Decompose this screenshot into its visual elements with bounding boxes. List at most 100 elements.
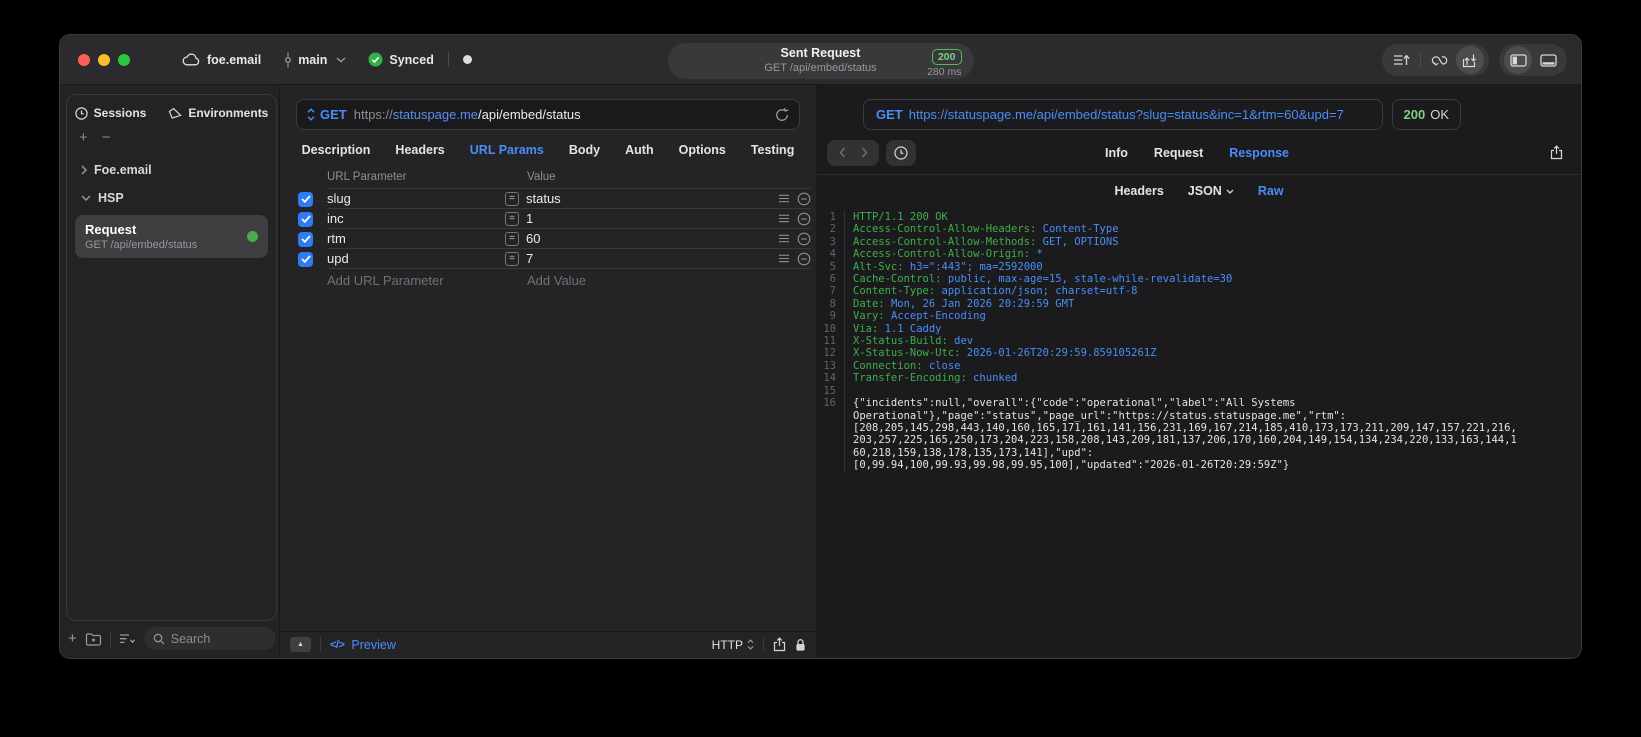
preview-button[interactable]: </> Preview — [330, 638, 396, 652]
param-name-cell[interactable]: rtm — [327, 229, 505, 249]
project-menu[interactable]: foe.email — [182, 53, 261, 67]
search-input[interactable] — [170, 631, 267, 646]
tab-label: Body — [568, 143, 601, 157]
sync-loop-button[interactable] — [1426, 46, 1454, 74]
method-selector-icon[interactable] — [307, 108, 315, 121]
response-code[interactable]: 1 HTTP/1.1 200 OK 2 Access-Control-Allow-He… — [817, 206, 1581, 657]
remove-param-icon[interactable] — [797, 212, 811, 226]
tab-auth[interactable]: Auth — [625, 143, 653, 157]
request-url-bar[interactable]: GET https://statuspage.me/api/embed/stat… — [296, 99, 800, 130]
code-segment: 1.1 Caddy — [884, 322, 942, 335]
param-checkbox[interactable] — [298, 231, 313, 247]
drag-handle-icon[interactable] — [778, 194, 790, 203]
param-checkbox-cell — [298, 209, 327, 229]
layout-left-panel-icon — [1509, 53, 1527, 67]
remove-param-icon[interactable] — [797, 252, 811, 266]
layout-toggle-group — [1499, 44, 1567, 76]
code-line: 5 Alt-Svc: h3=":443"; ma=2592000 — [817, 260, 1581, 274]
param-value: 7 — [526, 251, 534, 266]
param-checkbox-cell — [298, 249, 327, 269]
toggle-bottom-panel-button[interactable] — [1534, 46, 1562, 74]
minimize-window-button[interactable] — [98, 53, 110, 66]
add-param-value-placeholder[interactable]: Add Value — [505, 273, 586, 288]
tab-response[interactable]: Response — [1229, 146, 1289, 160]
code-segment: Via: — [853, 322, 885, 335]
toolbar-divider — [1420, 52, 1421, 68]
tab-headers[interactable]: Headers — [395, 143, 444, 157]
line-text — [845, 385, 1581, 397]
remove-param-icon[interactable] — [797, 232, 811, 246]
param-value-cell[interactable]: = 1 — [505, 209, 811, 229]
url-path: /api/embed/status — [478, 107, 581, 122]
forward-button[interactable] — [853, 142, 875, 164]
drag-handle-icon[interactable] — [778, 234, 790, 243]
branch-selector[interactable]: main — [283, 52, 346, 68]
code-segment: application/json; charset=utf-8 — [941, 285, 1138, 298]
param-name-cell[interactable]: inc — [327, 209, 505, 229]
add-param-row[interactable]: Add URL Parameter Add Value — [298, 269, 816, 291]
tab-environments[interactable]: Environments — [168, 106, 268, 120]
view-tab-json[interactable]: JSON — [1188, 184, 1234, 198]
tab-body[interactable]: Body — [569, 143, 600, 157]
request-url[interactable]: https://statuspage.me/api/embed/status — [354, 107, 581, 122]
add-param-name-placeholder[interactable]: Add URL Parameter — [327, 273, 505, 288]
toggle-sidebar-button[interactable] — [1504, 46, 1532, 74]
tab-label: Options — [678, 143, 726, 157]
param-checkbox[interactable] — [298, 191, 313, 207]
view-tab-label: JSON — [1187, 184, 1222, 198]
sort-options-button[interactable] — [119, 633, 136, 645]
lock-icon[interactable] — [795, 638, 806, 652]
history-button[interactable] — [890, 142, 912, 164]
param-row: slug = status — [298, 189, 816, 209]
resend-request-button[interactable] — [775, 107, 789, 122]
remove-param-icon[interactable] — [797, 192, 811, 206]
param-value-cell[interactable]: = 7 — [505, 249, 811, 269]
sync-status[interactable]: Synced — [368, 52, 434, 67]
remove-session-button[interactable]: − — [102, 129, 111, 146]
request-summary-capsule[interactable]: Sent Request GET /api/embed/status 200 2… — [667, 43, 974, 79]
sent-request-url[interactable]: GET https://statuspage.me/api/embed/stat… — [863, 99, 1383, 130]
back-button[interactable] — [831, 142, 853, 164]
tab-sessions[interactable]: Sessions — [74, 106, 146, 120]
share-button[interactable] — [773, 637, 786, 652]
code-segment: Access-Control-Allow-Methods: — [853, 235, 1043, 248]
request-order-button[interactable] — [1387, 46, 1415, 74]
new-folder-button[interactable] — [85, 632, 102, 646]
tree-group-foe-email[interactable]: Foe.email — [73, 156, 270, 184]
param-checkbox[interactable] — [298, 211, 313, 227]
param-name: upd — [327, 251, 349, 266]
sidebar-search[interactable] — [143, 627, 276, 650]
request-list-item-selected[interactable]: Request GET /api/embed/status — [75, 215, 268, 258]
param-name-cell[interactable]: upd — [327, 249, 505, 269]
param-value-cell[interactable]: = status — [505, 189, 811, 209]
line-text: {"incidents":null,"overall":{"code":"ope… — [845, 397, 1581, 471]
view-tab-headers[interactable]: Headers — [1114, 184, 1163, 198]
sent-request-method: GET — [876, 107, 903, 122]
line-text: Date: Mon, 26 Jan 2026 20:29:59 GMT — [845, 298, 1581, 310]
zoom-window-button[interactable] — [118, 53, 130, 66]
tab-request[interactable]: Request — [1154, 146, 1203, 160]
import-export-button[interactable] — [1456, 46, 1484, 74]
param-checkbox[interactable] — [298, 251, 313, 267]
tree-group-hsp[interactable]: HSP — [73, 184, 270, 212]
tab-options[interactable]: Options — [679, 143, 726, 157]
expand-panel-button[interactable]: ▲ — [290, 637, 311, 652]
tab-url-params[interactable]: URL Params — [470, 143, 544, 157]
drag-handle-icon[interactable] — [778, 254, 790, 263]
add-request-button[interactable]: + — [68, 630, 77, 647]
request-method[interactable]: GET — [320, 107, 347, 122]
param-value-cell[interactable]: = 60 — [505, 229, 811, 249]
add-session-button[interactable]: + — [79, 129, 88, 146]
param-name-cell[interactable]: slug — [327, 189, 505, 209]
protocol-selector[interactable]: HTTP — [712, 638, 754, 652]
tab-label: Info — [1105, 145, 1128, 160]
tab-description[interactable]: Description — [302, 143, 371, 157]
code-segment: Alt-Svc: — [853, 260, 910, 273]
drag-handle-icon[interactable] — [778, 214, 790, 223]
tab-info[interactable]: Info — [1105, 146, 1128, 160]
tab-testing[interactable]: Testing — [751, 143, 795, 157]
view-tab-raw[interactable]: Raw — [1258, 184, 1284, 198]
sync-label: Synced — [389, 52, 434, 67]
export-response-button[interactable] — [1550, 145, 1563, 160]
close-window-button[interactable] — [78, 53, 90, 66]
